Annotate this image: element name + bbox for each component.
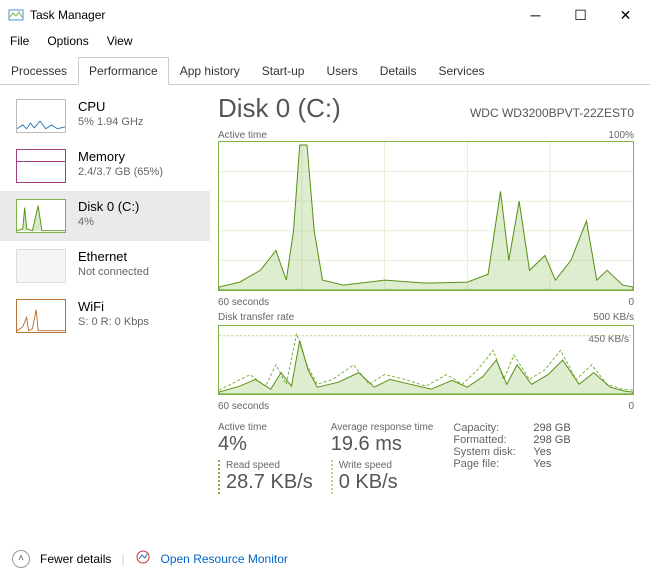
disk-properties: Capacity:298 GB Formatted:298 GB System … [453,422,570,494]
sidebar-item-disk[interactable]: Disk 0 (C:) 4% [0,191,210,241]
sidebar-item-ethernet[interactable]: Ethernet Not connected [0,241,210,291]
disk-thumb-icon [16,199,66,233]
fewer-details-link[interactable]: Fewer details [40,552,111,566]
sidebar-sub: S: 0 R: 0 Kbps [78,316,149,328]
transfer-rate-chart: 450 KB/s [218,325,634,395]
cpu-thumb-icon [16,99,66,133]
menu-file[interactable]: File [8,32,31,50]
close-button[interactable]: ✕ [603,1,648,29]
sidebar-item-wifi[interactable]: WiFi S: 0 R: 0 Kbps [0,291,210,341]
stat-read-speed: Read speed28.7 KB/s [218,460,313,494]
tab-startup[interactable]: Start-up [251,57,316,85]
active-time-chart [218,141,634,291]
window-title: Task Manager [30,8,513,22]
tab-services[interactable]: Services [427,57,495,85]
chart1-label: Active time [218,130,267,141]
open-resource-monitor-link[interactable]: Open Resource Monitor [161,552,288,566]
sidebar-label: Disk 0 (C:) [78,199,139,214]
sidebar-item-memory[interactable]: Memory 2.4/3.7 GB (65%) [0,141,210,191]
menubar: File Options View [0,30,650,52]
stat-active-time: Active time4% [218,422,313,456]
disk-model: WDC WD3200BPVT-22ZEST0 [470,106,634,120]
chart2-max: 500 KB/s [593,312,634,323]
sidebar: CPU 5% 1.94 GHz Memory 2.4/3.7 GB (65%) Di… [0,85,210,541]
chart2-axis-l: 60 seconds [218,401,269,412]
chart1-max: 100% [608,130,634,141]
sidebar-label: Memory [78,149,163,164]
wifi-thumb-icon [16,299,66,333]
chart1-axis-r: 0 [628,297,634,308]
sidebar-label: Ethernet [78,249,149,264]
tab-bar: Processes Performance App history Start-… [0,56,650,85]
titlebar: Task Manager ─ ☐ ✕ [0,0,650,30]
app-icon [8,7,24,23]
sidebar-sub: 5% 1.94 GHz [78,116,143,128]
resource-monitor-icon [135,549,151,568]
main-panel: Disk 0 (C:) WDC WD3200BPVT-22ZEST0 Activ… [210,85,650,541]
sidebar-sub: Not connected [78,266,149,278]
ethernet-thumb-icon [16,249,66,283]
menu-view[interactable]: View [105,32,135,50]
sidebar-sub: 2.4/3.7 GB (65%) [78,166,163,178]
memory-thumb-icon [16,149,66,183]
chart2-axis-r: 0 [628,401,634,412]
sidebar-label: CPU [78,99,143,114]
minimize-button[interactable]: ─ [513,1,558,29]
tab-performance[interactable]: Performance [78,57,169,85]
stat-write-speed: Write speed0 KB/s [331,460,434,494]
tab-details[interactable]: Details [369,57,428,85]
chart2-label: Disk transfer rate [218,312,294,323]
footer: ˄ Fewer details | Open Resource Monitor [0,541,650,576]
tab-processes[interactable]: Processes [0,57,78,85]
stat-avg-response: Average response time19.6 ms [331,422,434,456]
page-title: Disk 0 (C:) [218,93,341,124]
sidebar-label: WiFi [78,299,149,314]
tab-app-history[interactable]: App history [169,57,251,85]
chevron-up-icon[interactable]: ˄ [12,550,30,568]
tab-users[interactable]: Users [315,57,368,85]
sidebar-item-cpu[interactable]: CPU 5% 1.94 GHz [0,91,210,141]
chart1-axis-l: 60 seconds [218,297,269,308]
menu-options[interactable]: Options [45,32,90,50]
sidebar-sub: 4% [78,216,139,228]
maximize-button[interactable]: ☐ [558,1,603,29]
